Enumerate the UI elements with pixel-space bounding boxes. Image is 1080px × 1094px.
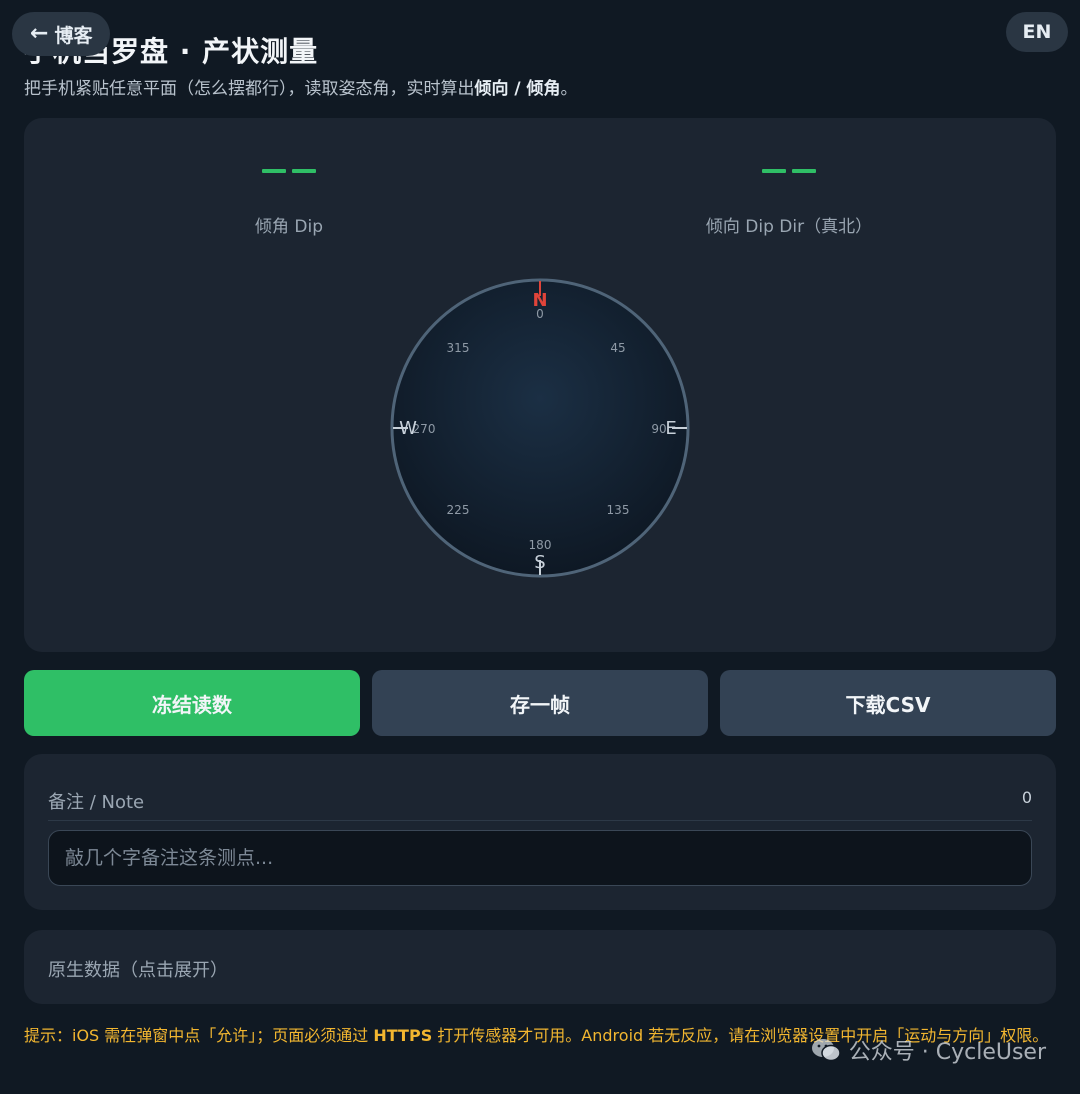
dip-direction-dash-2 [792,169,816,173]
back-button[interactable]: ← 博客 [12,12,111,56]
compass-south-label: S [534,552,545,573]
note-char-count: 0 [1021,788,1032,807]
note-label: 备注 / Note [48,792,145,813]
tip-https: HTTPS [373,1026,433,1045]
note-divider [48,820,1032,821]
watermark: 公众号 · CycleUser [811,1034,1046,1066]
subtitle-emphasis-dip-direction: 倾向 [474,79,509,99]
raw-data-toggle[interactable]: 原生数据（点击展开） [24,930,1056,1004]
dip-value-placeholder [214,158,364,184]
subtitle-suffix: 。 [560,79,578,99]
compass-degree-315: 315 [447,341,470,355]
language-toggle-button[interactable]: EN [1006,12,1068,52]
subtitle-separator: / [508,79,527,99]
compass-east-label: E [665,418,676,439]
compass-west-label: W [399,418,417,439]
subtitle-emphasis-dip: 倾角 [526,79,561,99]
download-csv-button[interactable]: 下载CSV [720,670,1056,736]
compass-panel: 倾角 Dip 倾向 Dip Dir（真北） N 0 45 90 E 135 18… [24,118,1056,652]
note-panel: 备注 / Note 0 [24,754,1056,910]
compass-degree-180: 180 [529,538,552,552]
compass-degree-135: 135 [607,503,630,517]
watermark-text: 公众号 · CycleUser [848,1040,1046,1065]
dip-direction-value-placeholder [664,158,914,184]
dip-reading: 倾角 Dip [214,158,364,237]
arrow-left-icon: ← [30,21,49,46]
dip-direction-dash-1 [762,169,786,173]
subtitle-prefix: 把手机紧贴任意平面（怎么摆都行），读取姿态角，实时算出 [24,79,475,99]
compass-degree-45: 45 [610,341,625,355]
dip-label: 倾角 Dip [254,217,323,237]
compass-dial: N 0 45 90 E 135 180 S 225 270 W 315 [388,276,692,580]
compass-degree-0: 0 [536,307,544,321]
compass-degree-225: 225 [447,503,470,517]
compass-ring [390,278,690,578]
tip-prefix: 提示：iOS 需在弹窗中点「允许」；页面必须通过 [24,1026,374,1045]
compass-svg: N 0 45 90 E 135 180 S 225 270 W 315 [390,278,690,578]
dip-direction-label: 倾向 Dip Dir（真北） [705,217,873,237]
dip-direction-reading: 倾向 Dip Dir（真北） [664,158,914,237]
dip-dash-1 [262,169,286,173]
wechat-icon [811,1039,841,1062]
save-frame-button[interactable]: 存一帧 [372,670,708,736]
raw-data-label: 原生数据（点击展开） [48,960,228,981]
note-input[interactable] [48,830,1032,886]
dip-dash-2 [292,169,316,173]
back-label: 博客 [54,24,93,47]
page-subtitle: 把手机紧贴任意平面（怎么摆都行），读取姿态角，实时算出倾向 / 倾角。 [24,74,578,99]
freeze-reading-button[interactable]: 冻结读数 [24,670,360,736]
